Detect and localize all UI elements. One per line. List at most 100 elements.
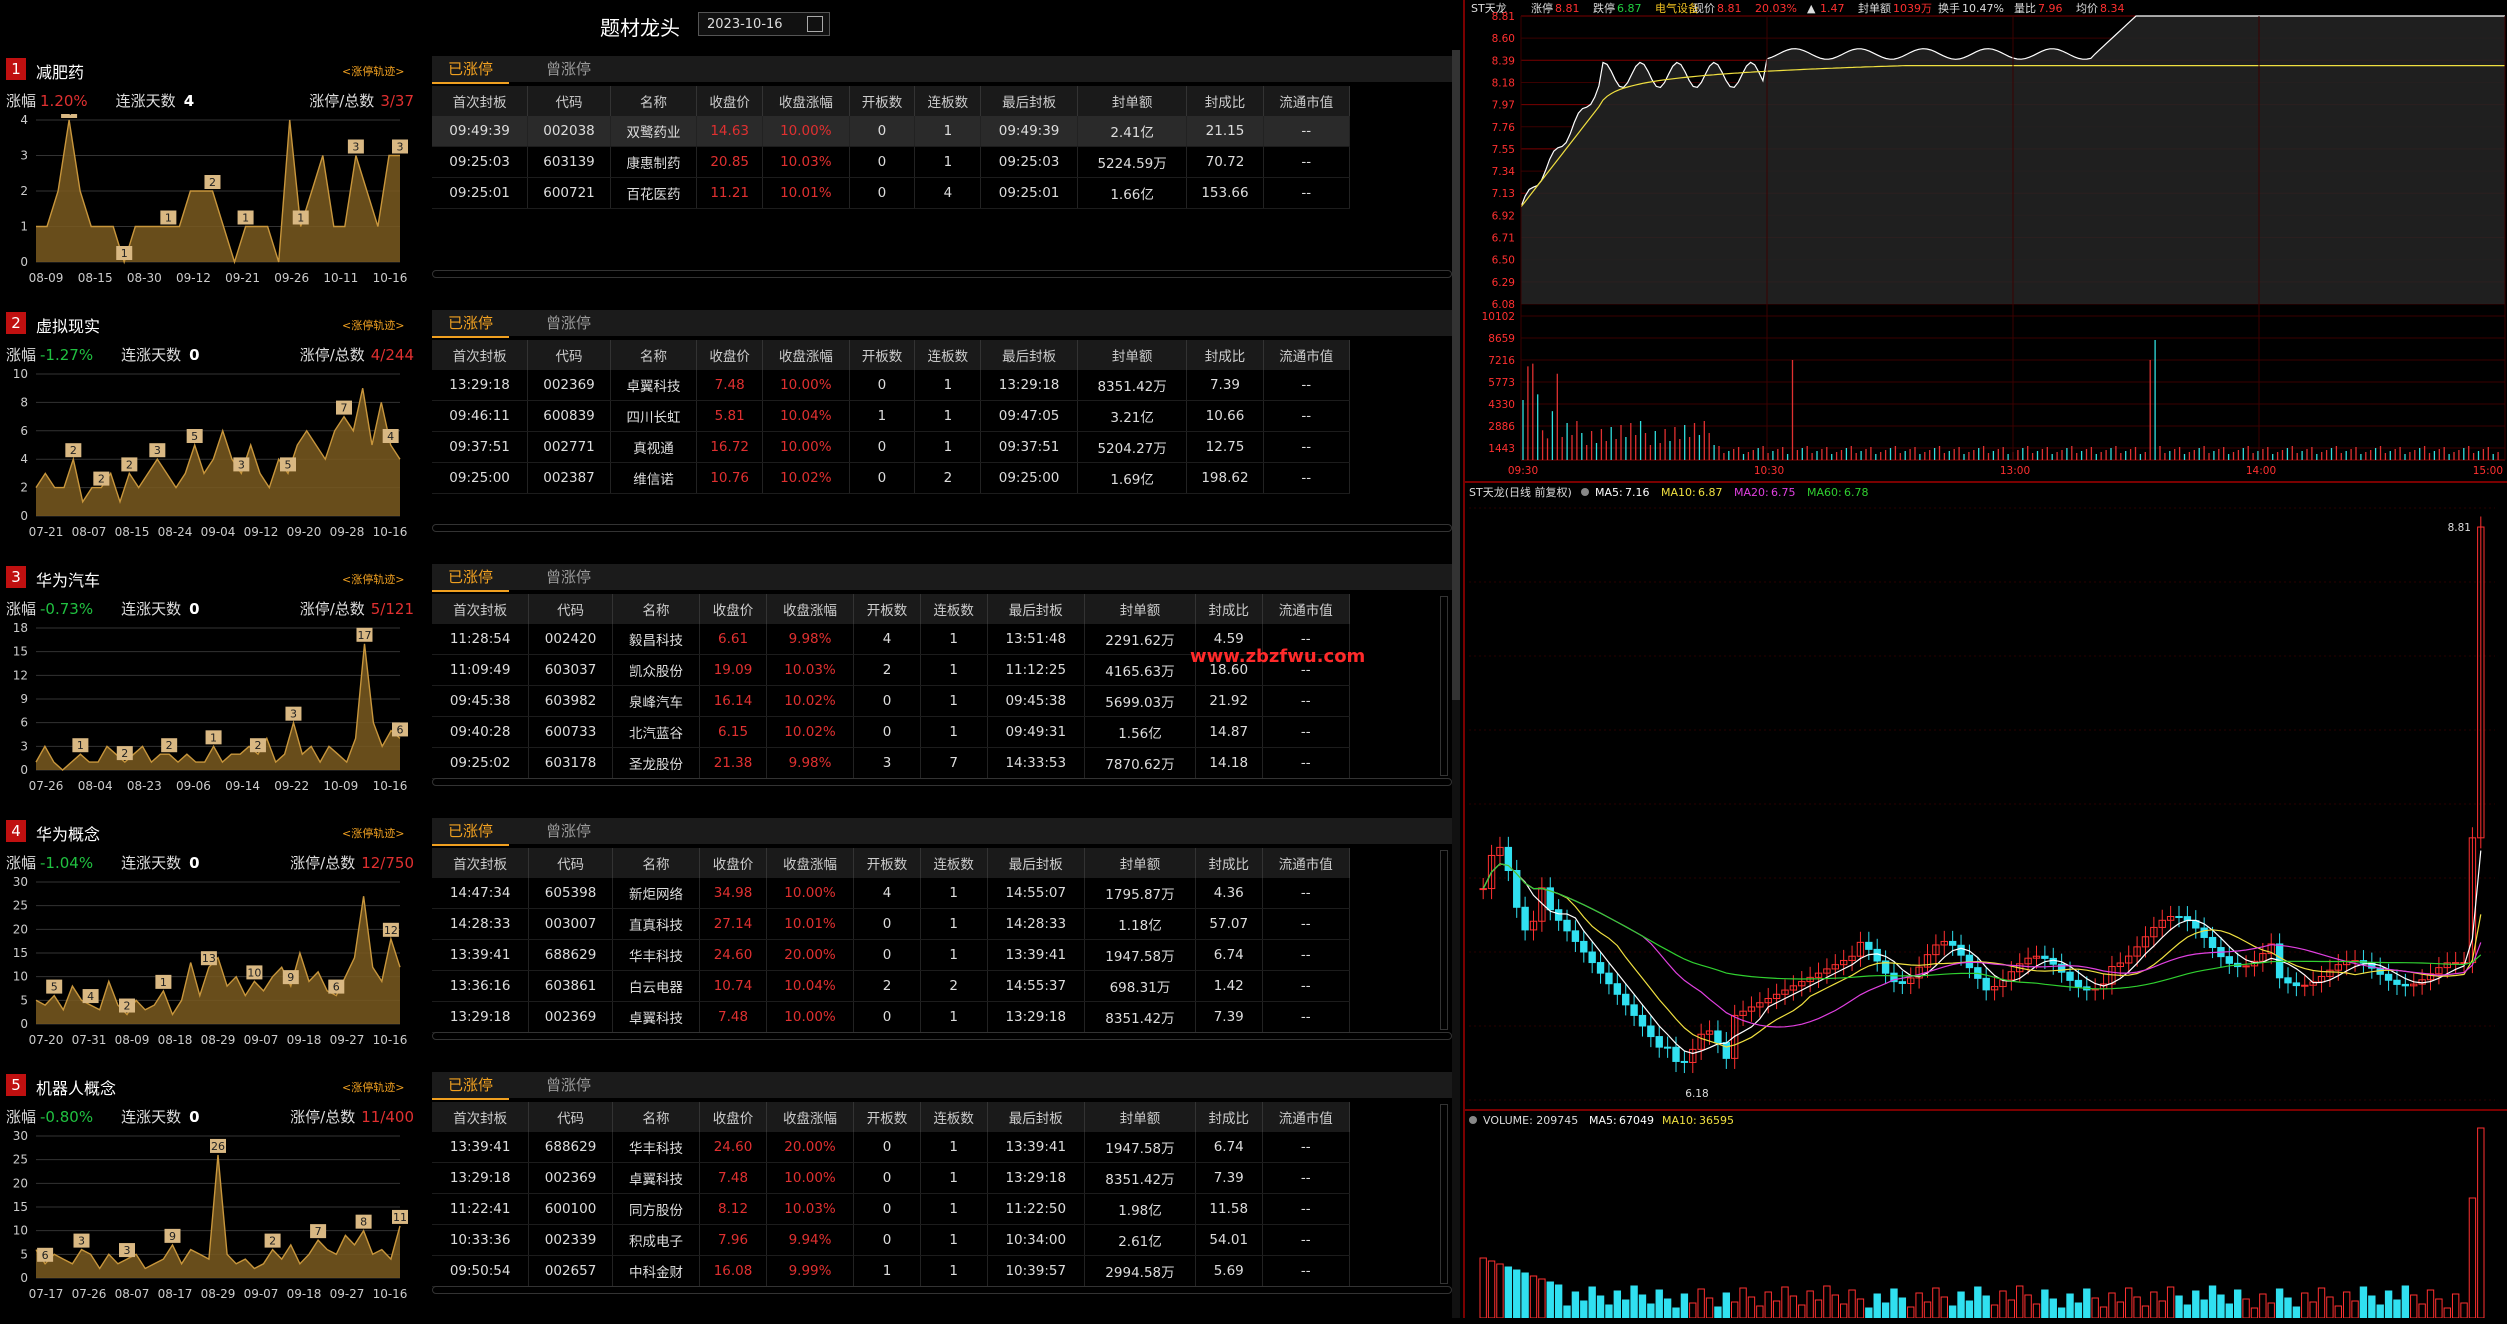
horizontal-scrollbar[interactable]: [432, 270, 1452, 278]
column-header[interactable]: 连板数: [920, 848, 988, 878]
column-header[interactable]: 名称: [612, 1102, 701, 1132]
column-header[interactable]: 收盘涨幅: [762, 86, 850, 116]
candle-body[interactable]: [1672, 1046, 1680, 1062]
table-row[interactable]: 09:25:00 002387 维信诺 10.76 10.02% 0 2 09:25:00 1.…: [432, 462, 1351, 494]
table-row[interactable]: 13:29:18 002369 卓翼科技 7.48 10.00% 0 1 13:29:18 83…: [432, 1001, 1351, 1033]
volume-settings-icon[interactable]: [1469, 1116, 1477, 1124]
track-link[interactable]: <涨停轨迹>: [342, 317, 404, 333]
column-header[interactable]: 首次封板: [432, 1102, 530, 1132]
candle-body[interactable]: [1638, 1014, 1647, 1027]
table-scrollbar[interactable]: [1440, 1104, 1448, 1284]
candle-body[interactable]: [2242, 965, 2250, 968]
table-row[interactable]: 13:36:16 603861 白云电器 10.74 10.04% 2 2 14:55:37 6…: [432, 970, 1351, 1002]
tab-active[interactable]: 已涨停: [432, 818, 510, 846]
track-link[interactable]: <涨停轨迹>: [342, 825, 404, 841]
candle-body[interactable]: [1865, 941, 1873, 950]
tab-inactive[interactable]: 曾涨停: [530, 56, 607, 82]
table-row[interactable]: 09:25:01 600721 百花医药 11.21 10.01% 0 4 09:25:01 1…: [432, 177, 1351, 209]
tab-inactive[interactable]: 曾涨停: [530, 564, 607, 590]
column-header[interactable]: 流通市值: [1262, 848, 1351, 878]
column-header[interactable]: 封单额: [1077, 86, 1188, 116]
table-row[interactable]: 09:49:39 002038 双鹭药业 14.63 10.00% 0 1 09:49:39 2…: [432, 116, 1351, 147]
column-header[interactable]: 最后封板: [987, 1102, 1086, 1132]
table-row[interactable]: 13:29:18 002369 卓翼科技 7.48 10.00% 0 1 13:29:18 83…: [432, 370, 1351, 401]
table-row[interactable]: 13:39:41 688629 华丰科技 24.60 20.00% 0 1 13:39:41 1…: [432, 1132, 1351, 1163]
candle-body[interactable]: [1663, 1046, 1672, 1049]
tab-inactive[interactable]: 曾涨停: [530, 818, 607, 844]
candle-body[interactable]: [1655, 1036, 1663, 1048]
tab-active[interactable]: 已涨停: [432, 56, 510, 84]
scrollbar-thumb[interactable]: [1452, 50, 1460, 700]
tab-active[interactable]: 已涨停: [432, 1072, 510, 1100]
column-header[interactable]: 代码: [527, 340, 611, 370]
candle-body[interactable]: [1479, 888, 1487, 891]
settings-icon[interactable]: [1581, 488, 1589, 496]
table-row[interactable]: 10:33:36 002339 积成电子 7.96 9.94% 0 1 10:34:00 2.6…: [432, 1224, 1351, 1256]
horizontal-scrollbar[interactable]: [432, 1286, 1452, 1294]
table-row[interactable]: 09:25:02 603178 圣龙股份 21.38 9.98% 3 7 14:33:53 78…: [432, 747, 1351, 779]
column-header[interactable]: 流通市值: [1263, 86, 1351, 116]
column-header[interactable]: 最后封板: [980, 340, 1078, 370]
table-row[interactable]: 09:37:51 002771 真视通 16.72 10.00% 0 1 09:37:51 52…: [432, 431, 1351, 463]
candle-body[interactable]: [1613, 983, 1622, 995]
column-header[interactable]: 最后封板: [987, 848, 1086, 878]
candle-body[interactable]: [2301, 984, 2309, 987]
column-header[interactable]: 代码: [528, 1102, 613, 1132]
column-header[interactable]: 首次封板: [432, 340, 529, 370]
table-row[interactable]: 09:50:54 002657 中科金财 16.08 9.99% 1 1 10:39:57 29…: [432, 1255, 1351, 1287]
candle-body[interactable]: [1521, 906, 1529, 931]
candle-body[interactable]: [1680, 1060, 1689, 1063]
column-header[interactable]: 名称: [610, 340, 698, 370]
column-header[interactable]: 收盘价: [699, 594, 767, 624]
column-header[interactable]: 封成比: [1186, 340, 1264, 370]
column-header[interactable]: 开板数: [849, 86, 916, 116]
column-header[interactable]: 连板数: [920, 594, 988, 624]
column-header[interactable]: 流通市值: [1262, 1102, 1351, 1132]
concept-name[interactable]: 华为汽车: [36, 567, 100, 591]
horizontal-scrollbar[interactable]: [432, 778, 1452, 786]
column-header[interactable]: 最后封板: [987, 594, 1086, 624]
column-header[interactable]: 封成比: [1186, 86, 1264, 116]
column-header[interactable]: 开板数: [853, 594, 921, 624]
table-row[interactable]: 13:29:18 002369 卓翼科技 7.48 10.00% 0 1 13:29:18 83…: [432, 1162, 1351, 1194]
tab-inactive[interactable]: 曾涨停: [530, 310, 607, 336]
candle-body[interactable]: [1588, 951, 1596, 964]
column-header[interactable]: 名称: [612, 848, 701, 878]
tab-active[interactable]: 已涨停: [432, 564, 510, 592]
concept-name[interactable]: 减肥药: [36, 59, 84, 83]
candle-body[interactable]: [1563, 919, 1571, 932]
table-row[interactable]: 09:46:11 600839 四川长虹 5.81 10.04% 1 1 09:47:05 3.…: [432, 400, 1351, 432]
candle-body[interactable]: [1622, 993, 1630, 1006]
column-header[interactable]: 封单额: [1084, 848, 1196, 878]
track-link[interactable]: <涨停轨迹>: [342, 1079, 404, 1095]
candle-body[interactable]: [2393, 979, 2401, 985]
candle-body[interactable]: [1948, 940, 1957, 946]
candle-body[interactable]: [2208, 936, 2217, 949]
concept-name[interactable]: 虚拟现实: [36, 313, 100, 337]
candle-body[interactable]: [1982, 977, 1990, 991]
column-header[interactable]: 收盘涨幅: [766, 594, 855, 624]
column-header[interactable]: 名称: [610, 86, 698, 116]
candle-body[interactable]: [2225, 956, 2233, 964]
horizontal-scrollbar[interactable]: [432, 1032, 1452, 1040]
candle-body[interactable]: [2074, 979, 2083, 988]
column-header[interactable]: 收盘价: [696, 86, 764, 116]
column-header[interactable]: 收盘价: [699, 848, 767, 878]
date-picker[interactable]: 2023-10-16: [698, 12, 830, 36]
candle-body[interactable]: [1596, 962, 1605, 974]
track-link[interactable]: <涨停轨迹>: [342, 571, 404, 587]
candle-body[interactable]: [2401, 983, 2410, 987]
column-header[interactable]: 流通市值: [1263, 340, 1351, 370]
concept-name[interactable]: 机器人概念: [36, 1075, 116, 1099]
column-header[interactable]: 开板数: [853, 1102, 921, 1132]
column-header[interactable]: 代码: [528, 848, 613, 878]
column-header[interactable]: 连板数: [914, 86, 982, 116]
column-header[interactable]: 封成比: [1195, 594, 1263, 624]
column-header[interactable]: 封成比: [1195, 1102, 1263, 1132]
column-header[interactable]: 连板数: [920, 1102, 988, 1132]
column-header[interactable]: 开板数: [849, 340, 916, 370]
column-header[interactable]: 最后封板: [980, 86, 1078, 116]
candle-body[interactable]: [1630, 1004, 1638, 1016]
candle-body[interactable]: [1957, 944, 1965, 956]
table-row[interactable]: 09:25:03 603139 康惠制药 20.85 10.03% 0 1 09:25:03 5…: [432, 146, 1351, 178]
